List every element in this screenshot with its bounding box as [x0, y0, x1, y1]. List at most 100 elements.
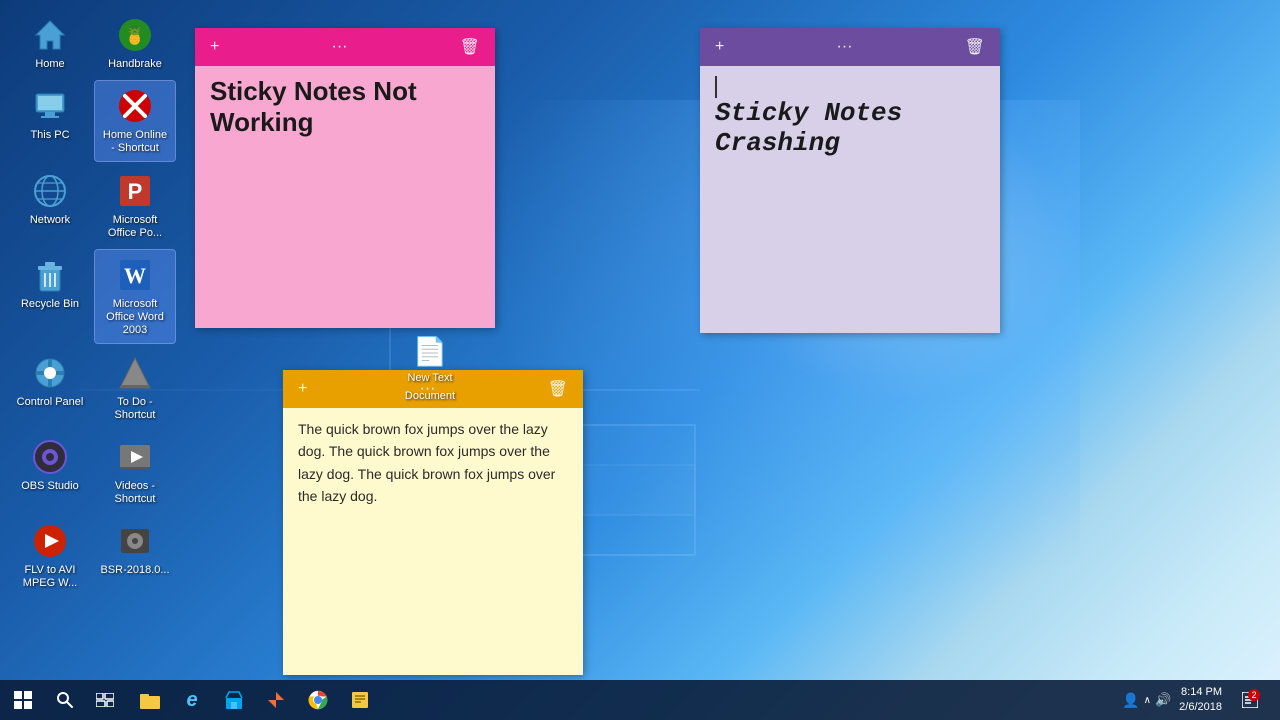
- icon-videos[interactable]: Videos - Shortcut: [95, 432, 175, 511]
- icon-videos-label: Videos - Shortcut: [100, 480, 170, 506]
- new-text-doc-icon-img: 📄: [390, 335, 470, 368]
- icon-flv-mpeg[interactable]: FLV to AVI MPEG W...: [10, 516, 90, 595]
- sticky-note-yellow-content: The quick brown fox jumps over the lazy …: [298, 418, 568, 508]
- taskbar-chrome[interactable]: [298, 680, 338, 720]
- icon-row-4: Recycle Bin W Microsoft Office Word 2003: [10, 250, 190, 343]
- sticky-note-pink-delete-btn[interactable]: 🗑: [455, 35, 485, 59]
- icon-to-do-label: To Do - Shortcut: [100, 396, 170, 422]
- sticky-note-purple-add-btn[interactable]: +: [710, 36, 729, 58]
- icon-handbrake[interactable]: 🍍 Handbrake: [95, 10, 175, 76]
- sticky-note-purple-delete-btn[interactable]: 🗑: [960, 35, 990, 59]
- chrome-icon: [308, 690, 328, 710]
- sticky-note-pink-body[interactable]: Sticky Notes Not Working: [195, 66, 495, 328]
- sticky-note-yellow-header-left: +: [293, 378, 312, 400]
- home-icon-img: [30, 15, 70, 55]
- icon-ms-office-po[interactable]: P Microsoft Office Po...: [95, 166, 175, 245]
- to-do-icon-img: [115, 353, 155, 393]
- icon-bsr-label: BSR-2018.0...: [100, 564, 169, 577]
- icon-obs-studio-label: OBS Studio: [21, 480, 78, 493]
- icon-ms-office-po-label: Microsoft Office Po...: [100, 214, 170, 240]
- taskbar-chevron-icon[interactable]: ∧: [1144, 695, 1151, 706]
- sticky-note-purple-title: Sticky Notes Crashing: [715, 98, 985, 158]
- icon-control-panel[interactable]: Control Panel: [10, 348, 90, 427]
- icon-handbrake-label: Handbrake: [108, 58, 162, 71]
- icon-home-online[interactable]: Home Online - Shortcut: [95, 81, 175, 160]
- icon-control-panel-label: Control Panel: [17, 396, 84, 409]
- svg-text:P: P: [128, 179, 143, 204]
- icon-network[interactable]: Network: [10, 166, 90, 245]
- icon-row-6: OBS Studio Videos - Shortcut: [10, 432, 190, 511]
- flv-mpeg-icon-img: [30, 521, 70, 561]
- icon-network-label: Network: [30, 214, 70, 227]
- sticky-note-pink-title: Sticky Notes Not Working: [210, 76, 480, 138]
- sticky-note-yellow-add-btn[interactable]: +: [293, 378, 312, 400]
- handbrake-icon-img: 🍍: [115, 15, 155, 55]
- bsr-icon-img: [115, 521, 155, 561]
- taskbar-store[interactable]: [214, 680, 254, 720]
- sticky-note-yellow: + ··· 🗑 The quick brown fox jumps over t…: [283, 370, 583, 675]
- recycle-bin-icon-img: [30, 255, 70, 295]
- start-button[interactable]: [0, 680, 45, 720]
- control-panel-icon-img: [30, 353, 70, 393]
- videos-icon-img: [115, 437, 155, 477]
- this-pc-icon-img: [30, 86, 70, 126]
- sticky-note-purple-dots[interactable]: ···: [832, 36, 858, 58]
- icon-row-1: Home 🍍 Handbrake: [10, 10, 190, 76]
- icon-to-do[interactable]: To Do - Shortcut: [95, 348, 175, 427]
- icon-this-pc-label: This PC: [30, 129, 69, 142]
- taskbar-speaker-icon[interactable]: 🔊: [1155, 692, 1171, 708]
- icon-ms-word-label: Microsoft Office Word 2003: [100, 298, 170, 338]
- zapier-icon: [267, 691, 285, 709]
- icon-ms-word[interactable]: W Microsoft Office Word 2003: [95, 250, 175, 343]
- icon-row-3: Network P Microsoft Office Po...: [10, 166, 190, 245]
- svg-text:🍍: 🍍: [124, 24, 146, 45]
- taskbar-search-button[interactable]: [45, 680, 85, 720]
- sticky-note-purple: + ··· 🗑 Sticky Notes Crashing: [700, 28, 1000, 333]
- icon-row-5: Control Panel To Do - Shortcut: [10, 348, 190, 427]
- sticky-notes-taskbar-icon: [351, 691, 369, 709]
- icon-recycle-bin-label: Recycle Bin: [21, 298, 79, 311]
- sticky-note-pink-dots[interactable]: ···: [327, 36, 353, 58]
- task-view-icon: [96, 693, 114, 707]
- ms-word-icon-img: W: [115, 255, 155, 295]
- sticky-note-purple-header-left: +: [710, 36, 729, 58]
- sticky-note-purple-header: + ··· 🗑: [700, 28, 1000, 66]
- taskbar-file-explorer[interactable]: [130, 680, 170, 720]
- icon-obs-studio[interactable]: OBS Studio: [10, 432, 90, 511]
- icon-recycle-bin[interactable]: Recycle Bin: [10, 250, 90, 343]
- file-explorer-icon: [140, 691, 160, 709]
- ms-office-po-icon-img: P: [115, 171, 155, 211]
- sticky-note-yellow-body[interactable]: The quick brown fox jumps over the lazy …: [283, 408, 583, 675]
- icon-this-pc[interactable]: This PC: [10, 81, 90, 160]
- icon-home-label: Home: [35, 58, 64, 71]
- sticky-note-pink-header-left: +: [205, 36, 224, 58]
- taskbar-notification-center[interactable]: 2: [1230, 680, 1270, 720]
- search-icon: [57, 692, 73, 708]
- sticky-note-pink-header: + ··· 🗑: [195, 28, 495, 66]
- svg-text:W: W: [124, 263, 146, 288]
- sticky-note-pink-add-btn[interactable]: +: [205, 36, 224, 58]
- desktop: Home 🍍 Handbrake: [0, 0, 1280, 720]
- icon-home[interactable]: Home: [10, 10, 90, 76]
- notification-badge: 2: [1248, 689, 1260, 701]
- taskbar-task-view-button[interactable]: [85, 680, 125, 720]
- icon-row-7: FLV to AVI MPEG W... BSR-2018.0...: [10, 516, 190, 595]
- icon-bsr[interactable]: BSR-2018.0...: [95, 516, 175, 595]
- new-text-document-icon[interactable]: 📄 New Text Document: [390, 335, 470, 404]
- home-online-icon-img: [115, 86, 155, 126]
- taskbar-people-icon[interactable]: 👤: [1122, 692, 1139, 709]
- text-cursor: [715, 76, 717, 98]
- taskbar-zapier[interactable]: [256, 680, 296, 720]
- sticky-note-purple-body[interactable]: Sticky Notes Crashing: [700, 66, 1000, 333]
- taskbar-pinned-icons: e: [130, 680, 380, 720]
- network-icon-img: [30, 171, 70, 211]
- sticky-note-yellow-delete-btn[interactable]: 🗑: [543, 377, 573, 401]
- taskbar-sticky-notes[interactable]: [340, 680, 380, 720]
- sticky-note-pink: + ··· 🗑 Sticky Notes Not Working: [195, 28, 495, 328]
- icon-flv-mpeg-label: FLV to AVI MPEG W...: [15, 564, 85, 590]
- icon-home-online-label: Home Online - Shortcut: [100, 129, 170, 155]
- obs-studio-icon-img: [30, 437, 70, 477]
- desktop-icons-container: Home 🍍 Handbrake: [10, 10, 190, 596]
- taskbar-edge[interactable]: e: [172, 680, 212, 720]
- taskbar-clock[interactable]: 8:14 PM 2/6/2018: [1179, 685, 1222, 716]
